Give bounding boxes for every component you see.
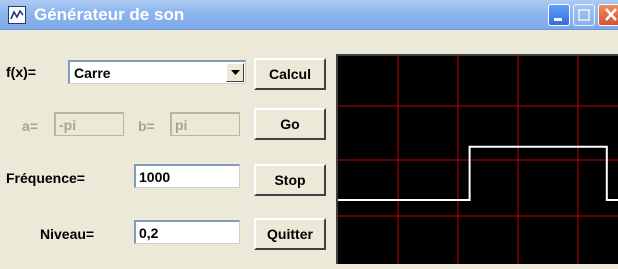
go-button[interactable]: Go — [254, 108, 326, 140]
window-title: Générateur de son — [34, 5, 185, 24]
a-input[interactable]: -pi — [54, 112, 124, 136]
title-bar[interactable]: Générateur de son — [0, 0, 618, 30]
close-icon — [605, 8, 617, 21]
square-wave-line — [338, 145, 618, 201]
oscilloscope-display — [336, 54, 618, 264]
close-button[interactable] — [598, 4, 618, 26]
quitter-button[interactable]: Quitter — [254, 218, 326, 250]
maximize-button[interactable] — [573, 4, 595, 26]
stop-button[interactable]: Stop — [254, 164, 326, 196]
calcul-button[interactable]: Calcul — [254, 58, 326, 90]
a-label: a= — [22, 118, 38, 134]
function-value: Carre — [74, 65, 111, 81]
minimize-button[interactable] — [548, 4, 570, 26]
minimize-icon — [554, 18, 562, 21]
app-window: Générateur de son f(x)= Carre a= -pi b= … — [0, 0, 618, 264]
chevron-down-icon — [231, 70, 240, 75]
frequency-label: Fréquence= — [6, 170, 85, 186]
b-input[interactable]: pi — [170, 112, 240, 136]
waveform-icon[interactable] — [8, 6, 26, 24]
frequency-input[interactable]: 1000 — [134, 164, 240, 188]
function-select[interactable]: Carre — [68, 60, 246, 84]
level-label: Niveau= — [40, 226, 95, 242]
maximize-icon — [578, 9, 590, 21]
b-label: b= — [138, 118, 155, 134]
function-label: f(x)= — [6, 64, 36, 80]
level-input[interactable]: 0,2 — [134, 220, 240, 244]
function-dropdown-button[interactable] — [226, 63, 244, 82]
waveform-plot — [338, 56, 618, 264]
